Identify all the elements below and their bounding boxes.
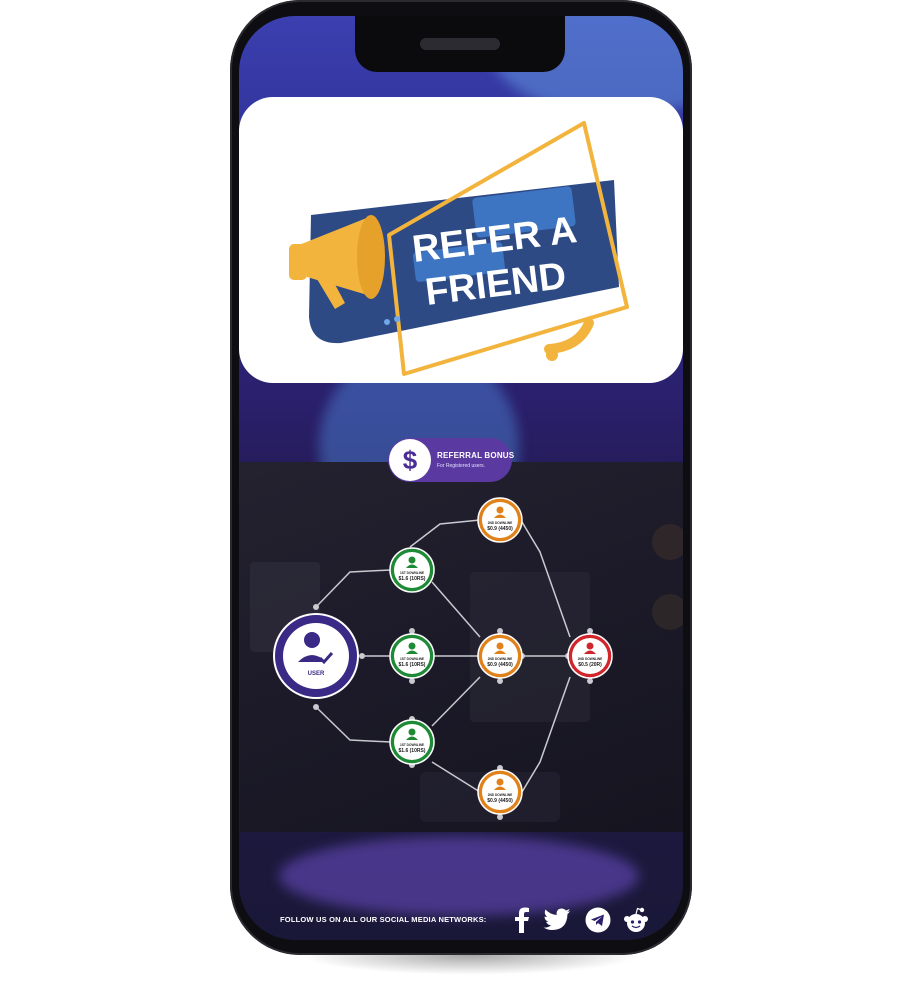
downline-person-icon <box>408 556 416 564</box>
downline-amount: $1.6 (10RS) <box>399 576 426 582</box>
referral-bonus-subtitle: For Registered users. <box>437 463 486 469</box>
screen-glow-bottom <box>279 836 639 916</box>
downline-title: 2ND DOWNLINE <box>488 793 513 797</box>
downline-amount: $0.9 (4450) <box>487 526 513 532</box>
downline-amount: $1.6 (10RS) <box>399 662 426 668</box>
referral-tree: USER 1ST DOWNLINE$1.6 (10RS)1ST DOWNLINE… <box>250 497 683 822</box>
phone-speaker <box>420 38 500 50</box>
downline-person-icon <box>586 642 594 650</box>
downline-amount: $0.9 (4450) <box>487 798 513 804</box>
first-downline-node: 1ST DOWNLINE$1.6 (10RS) <box>389 547 435 593</box>
referral-bonus-title: REFERRAL BONUS <box>437 451 515 460</box>
downline-person-icon <box>496 642 504 650</box>
second-downline-node: 2ND DOWNLINE$0.9 (4450) <box>477 497 523 543</box>
downline-amount: $0.9 (4450) <box>487 662 513 668</box>
first-downline-node: 1ST DOWNLINE$1.6 (10RS) <box>389 719 435 765</box>
reddit-icon[interactable] <box>622 906 650 934</box>
downline-amount: $0.5 (20R) <box>578 662 602 668</box>
downline-person-icon <box>496 778 504 786</box>
downline-title: 2ND DOWNLINE <box>488 521 513 525</box>
refer-banner: REFER A FRIEND <box>239 97 683 383</box>
downline-person-icon <box>496 506 504 514</box>
downline-title: 1ST DOWNLINE <box>400 571 424 575</box>
second-downline-node: 2ND DOWNLINE$0.9 (4450) <box>477 769 523 815</box>
footer-social-text: FOLLOW US ON ALL OUR SOCIAL MEDIA NETWOR… <box>280 915 487 924</box>
downline-person-icon <box>408 728 416 736</box>
downline-person-icon <box>408 642 416 650</box>
user-label: USER <box>308 671 325 677</box>
downline-title: 2ND DOWNLINE <box>488 657 513 661</box>
downline-title: 1ST DOWNLINE <box>400 657 424 661</box>
downline-amount: $1.6 (10RS) <box>399 748 426 754</box>
user-node: USER <box>273 613 359 699</box>
referral-tree-card: USER 1ST DOWNLINE $1.6 (10RS) 1ST DOWNLINE… <box>240 462 683 832</box>
dollar-icon: $ <box>389 439 431 481</box>
first-downline-node: 1ST DOWNLINE$1.6 (10RS) <box>389 633 435 679</box>
downline-title: 2ND DOWNLINE <box>578 657 603 661</box>
second-downline-node: 2ND DOWNLINE$0.9 (4450) <box>477 633 523 679</box>
third-downline-node: 2ND DOWNLINE$0.5 (20R) <box>567 633 613 679</box>
user-avatar-icon <box>304 632 320 648</box>
downline-title: 1ST DOWNLINE <box>400 743 424 747</box>
twitter-icon[interactable] <box>543 906 571 934</box>
telegram-icon[interactable] <box>584 906 612 934</box>
facebook-icon[interactable] <box>508 906 536 934</box>
refer-a-friend-illustration: REFER A FRIEND <box>289 121 629 376</box>
